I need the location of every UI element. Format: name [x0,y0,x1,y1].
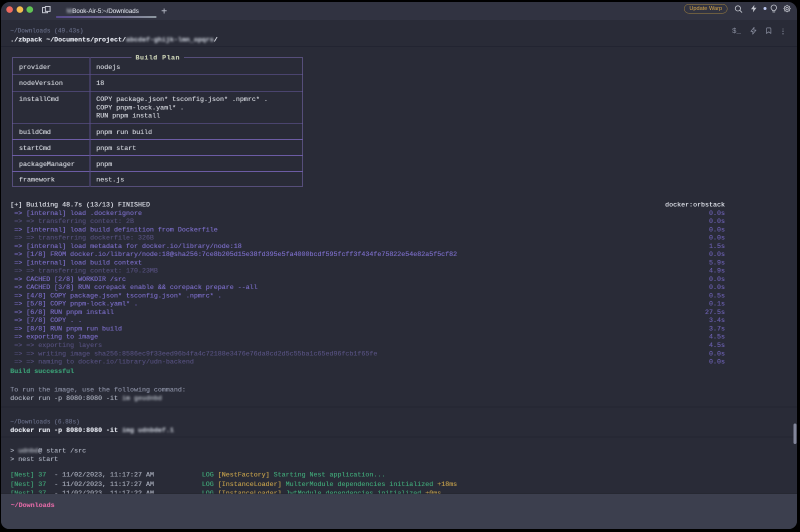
svg-text:$_: $_ [732,28,742,36]
